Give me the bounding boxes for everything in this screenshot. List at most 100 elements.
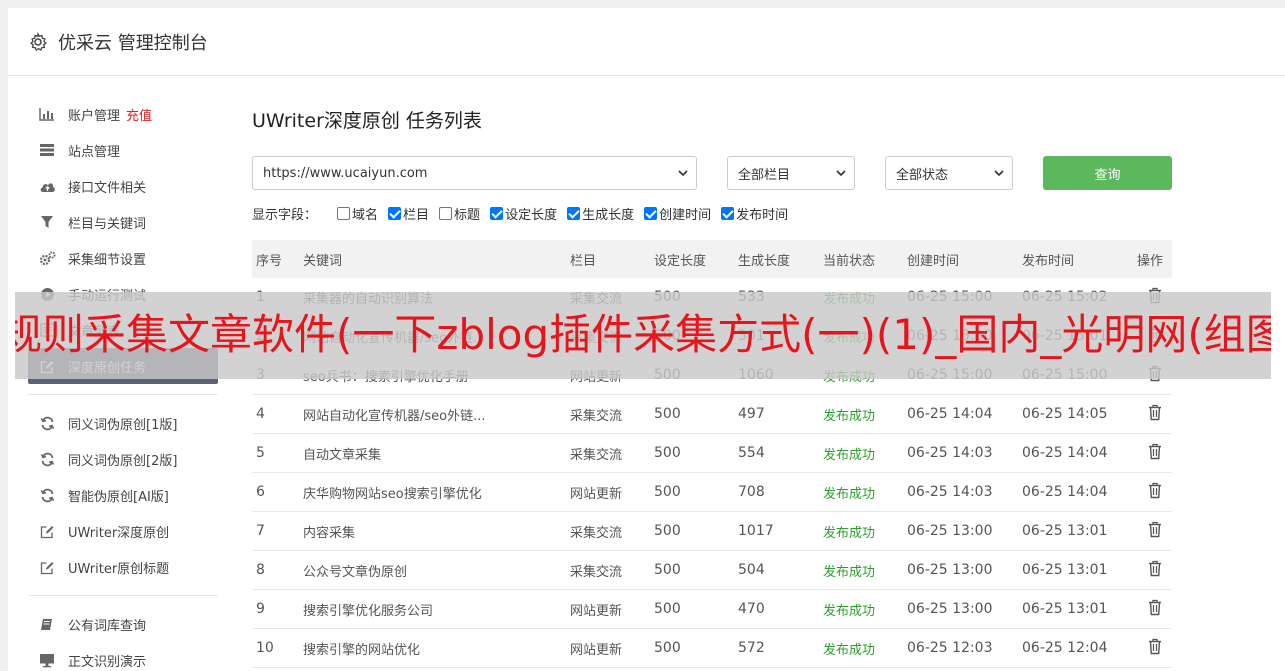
field-checkbox[interactable]: 发布时间 bbox=[721, 204, 788, 223]
header: 优采云 管理控制台 bbox=[8, 8, 1285, 76]
recharge-link[interactable]: 充值 bbox=[126, 105, 152, 124]
checkbox-checked[interactable] bbox=[490, 206, 504, 220]
row-index: 5 bbox=[256, 445, 265, 461]
created-time-cell: 06-25 13:00 bbox=[907, 523, 993, 539]
refresh-icon bbox=[38, 450, 56, 468]
created-time-cell: 06-25 14:03 bbox=[907, 445, 993, 461]
created-time-cell: 06-25 14:04 bbox=[907, 406, 993, 422]
status-cell: 发布成功 bbox=[823, 603, 876, 619]
site-select-value: https://www.ucaiyun.com bbox=[263, 165, 428, 181]
cloud-upload-icon bbox=[38, 177, 56, 195]
field-checkbox[interactable]: 设定长度 bbox=[490, 204, 557, 223]
sidebar-item-2[interactable]: 正文识别演示 bbox=[28, 642, 218, 671]
publish-time-cell: 06-25 14:04 bbox=[1022, 445, 1108, 461]
column-select-value: 全部栏目 bbox=[738, 167, 791, 183]
sidebar-item-4[interactable]: 栏目与关键词 bbox=[28, 204, 218, 240]
publish-time-cell: 06-25 12:04 bbox=[1022, 640, 1108, 656]
chevron-down-icon bbox=[994, 170, 1004, 177]
sidebar: 账户管理充值站点管理接口文件相关栏目与关键词采集细节设置手动运行测试文章列表深度… bbox=[28, 96, 218, 671]
sidebar-item-3[interactable]: 智能伪原创[AI版] bbox=[28, 477, 218, 513]
sidebar-item-label: 账户管理 bbox=[68, 108, 121, 124]
gen-length-cell: 708 bbox=[738, 484, 765, 500]
delete-button[interactable] bbox=[1137, 443, 1172, 464]
gen-length-cell: 470 bbox=[738, 601, 765, 617]
sidebar-item-1[interactable]: 同义词伪原创[1版] bbox=[28, 405, 218, 441]
trash-icon[interactable] bbox=[1147, 443, 1163, 464]
created-time-cell: 06-25 13:00 bbox=[907, 562, 993, 578]
delete-button[interactable] bbox=[1137, 404, 1172, 425]
edit-icon bbox=[38, 558, 56, 576]
sidebar-item-5[interactable]: 采集细节设置 bbox=[28, 240, 218, 276]
column-cell: 网站更新 bbox=[570, 603, 623, 619]
created-time-cell: 06-25 14:03 bbox=[907, 484, 993, 500]
column-cell: 采集交流 bbox=[570, 408, 623, 424]
delete-button[interactable] bbox=[1137, 560, 1172, 581]
sidebar-item-2[interactable]: 同义词伪原创[2版] bbox=[28, 441, 218, 477]
publish-time-cell: 06-25 13:01 bbox=[1022, 523, 1108, 539]
sidebar-item-label: 智能伪原创[AI版] bbox=[68, 489, 169, 505]
trash-icon[interactable] bbox=[1147, 482, 1163, 503]
delete-button[interactable] bbox=[1137, 638, 1172, 659]
delete-button[interactable] bbox=[1137, 599, 1172, 620]
checkbox-checked[interactable] bbox=[644, 206, 658, 220]
sidebar-item-label: UWriter深度原创 bbox=[68, 525, 170, 541]
table-row: 8 公众号文章伪原创 采集交流 500 504 发布成功 06-25 13:00 06-25 … bbox=[252, 551, 1172, 590]
sidebar-item-5[interactable]: UWriter原创标题 bbox=[28, 549, 218, 585]
sidebar-item-label: 同义词伪原创[1版] bbox=[68, 417, 178, 433]
gen-length-cell: 1017 bbox=[738, 523, 774, 539]
row-index: 8 bbox=[256, 562, 265, 578]
sidebar-item-2[interactable]: 站点管理 bbox=[28, 132, 218, 168]
created-time-cell: 06-25 12:03 bbox=[907, 640, 993, 656]
field-checkbox[interactable]: 创建时间 bbox=[644, 204, 711, 223]
divider bbox=[28, 394, 218, 395]
field-checkbox[interactable]: 标题 bbox=[439, 204, 480, 223]
trash-icon[interactable] bbox=[1147, 560, 1163, 581]
checkbox-checked[interactable] bbox=[567, 206, 581, 220]
column-header: 序号 bbox=[256, 253, 283, 269]
status-select[interactable]: 全部状态 bbox=[885, 156, 1013, 190]
field-checkbox-label: 标题 bbox=[454, 207, 481, 223]
table-row: 7 内容采集 采集交流 500 1017 发布成功 06-25 13:00 06-25 13:… bbox=[252, 512, 1172, 551]
sidebar-item-3[interactable]: 接口文件相关 bbox=[28, 168, 218, 204]
field-checkbox-label: 创建时间 bbox=[659, 207, 712, 223]
keyword-cell: 搜索引擎优化服务公司 bbox=[303, 603, 434, 619]
field-checkbox[interactable]: 域名 bbox=[337, 204, 378, 223]
sidebar-item-1[interactable]: 公有词库查询 bbox=[28, 606, 218, 642]
trash-icon[interactable] bbox=[1147, 599, 1163, 620]
sidebar-item-1[interactable]: 账户管理 充值 bbox=[28, 96, 218, 132]
column-header: 发布时间 bbox=[1022, 253, 1075, 269]
trash-icon[interactable] bbox=[1147, 404, 1163, 425]
field-checkbox[interactable]: 栏目 bbox=[388, 204, 429, 223]
refresh-icon bbox=[38, 414, 56, 432]
set-length-cell: 500 bbox=[654, 523, 681, 539]
bar-chart-icon bbox=[38, 105, 56, 123]
sidebar-item-label: 正文识别演示 bbox=[68, 654, 147, 670]
publish-time-cell: 06-25 14:04 bbox=[1022, 484, 1108, 500]
set-length-cell: 500 bbox=[654, 601, 681, 617]
query-button[interactable]: 查询 bbox=[1043, 156, 1172, 190]
row-index: 6 bbox=[256, 484, 265, 500]
gen-length-cell: 554 bbox=[738, 445, 765, 461]
checkbox-checked[interactable] bbox=[388, 206, 402, 220]
delete-button[interactable] bbox=[1137, 482, 1172, 503]
table-row: 9 搜索引擎优化服务公司 网站更新 500 470 发布成功 06-25 13:00 06-2… bbox=[252, 590, 1172, 629]
row-index: 4 bbox=[256, 406, 265, 422]
set-length-cell: 500 bbox=[654, 445, 681, 461]
book-icon bbox=[38, 615, 56, 633]
trash-icon[interactable] bbox=[1147, 521, 1163, 542]
checkbox-unchecked[interactable] bbox=[337, 206, 351, 220]
publish-time-cell: 06-25 13:01 bbox=[1022, 562, 1108, 578]
sidebar-item-4[interactable]: UWriter深度原创 bbox=[28, 513, 218, 549]
sidebar-item-label: 接口文件相关 bbox=[68, 180, 147, 196]
gear-icon bbox=[30, 31, 47, 51]
delete-button[interactable] bbox=[1137, 521, 1172, 542]
gen-length-cell: 504 bbox=[738, 562, 765, 578]
field-checkbox[interactable]: 生成长度 bbox=[567, 204, 634, 223]
column-select[interactable]: 全部栏目 bbox=[727, 156, 855, 190]
trash-icon[interactable] bbox=[1147, 638, 1163, 659]
site-select[interactable]: https://www.ucaiyun.com bbox=[252, 156, 697, 190]
field-checkbox-label: 域名 bbox=[352, 207, 379, 223]
checkbox-unchecked[interactable] bbox=[439, 206, 453, 220]
sidebar-item-label: UWriter原创标题 bbox=[68, 561, 170, 577]
checkbox-checked[interactable] bbox=[721, 206, 735, 220]
